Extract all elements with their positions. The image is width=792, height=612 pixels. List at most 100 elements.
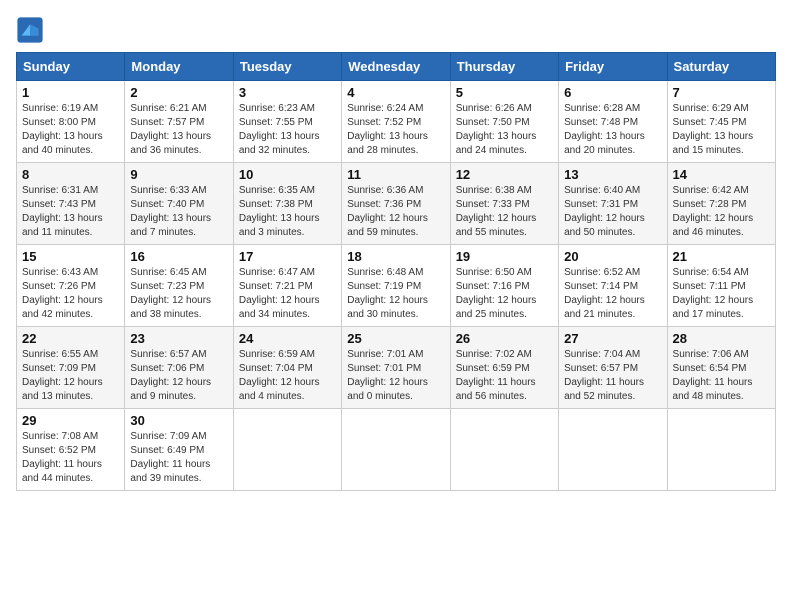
day-number: 15 <box>22 249 119 264</box>
calendar-cell: 15 Sunrise: 6:43 AM Sunset: 7:26 PM Dayl… <box>17 245 125 327</box>
day-number: 10 <box>239 167 336 182</box>
calendar-cell: 4 Sunrise: 6:24 AM Sunset: 7:52 PM Dayli… <box>342 81 450 163</box>
calendar-cell: 25 Sunrise: 7:01 AM Sunset: 7:01 PM Dayl… <box>342 327 450 409</box>
day-info: Sunrise: 7:08 AM Sunset: 6:52 PM Dayligh… <box>22 430 119 486</box>
day-number: 28 <box>673 331 770 346</box>
calendar-cell: 21 Sunrise: 6:54 AM Sunset: 7:11 PM Dayl… <box>667 245 775 327</box>
day-info: Sunrise: 6:28 AM Sunset: 7:48 PM Dayligh… <box>564 102 661 158</box>
day-info: Sunrise: 6:42 AM Sunset: 7:28 PM Dayligh… <box>673 184 770 240</box>
day-info: Sunrise: 6:36 AM Sunset: 7:36 PM Dayligh… <box>347 184 444 240</box>
calendar-cell: 1 Sunrise: 6:19 AM Sunset: 8:00 PM Dayli… <box>17 81 125 163</box>
logo <box>16 16 48 44</box>
calendar-cell: 30 Sunrise: 7:09 AM Sunset: 6:49 PM Dayl… <box>125 409 233 491</box>
day-number: 24 <box>239 331 336 346</box>
calendar-cell: 5 Sunrise: 6:26 AM Sunset: 7:50 PM Dayli… <box>450 81 558 163</box>
calendar-cell: 23 Sunrise: 6:57 AM Sunset: 7:06 PM Dayl… <box>125 327 233 409</box>
day-info: Sunrise: 6:43 AM Sunset: 7:26 PM Dayligh… <box>22 266 119 322</box>
day-info: Sunrise: 6:29 AM Sunset: 7:45 PM Dayligh… <box>673 102 770 158</box>
day-number: 20 <box>564 249 661 264</box>
day-header-saturday: Saturday <box>667 53 775 81</box>
day-number: 3 <box>239 85 336 100</box>
day-number: 25 <box>347 331 444 346</box>
day-info: Sunrise: 6:31 AM Sunset: 7:43 PM Dayligh… <box>22 184 119 240</box>
calendar-cell: 8 Sunrise: 6:31 AM Sunset: 7:43 PM Dayli… <box>17 163 125 245</box>
calendar-cell <box>450 409 558 491</box>
day-info: Sunrise: 7:02 AM Sunset: 6:59 PM Dayligh… <box>456 348 553 404</box>
day-info: Sunrise: 6:35 AM Sunset: 7:38 PM Dayligh… <box>239 184 336 240</box>
day-number: 6 <box>564 85 661 100</box>
day-number: 19 <box>456 249 553 264</box>
day-info: Sunrise: 6:21 AM Sunset: 7:57 PM Dayligh… <box>130 102 227 158</box>
calendar-cell: 17 Sunrise: 6:47 AM Sunset: 7:21 PM Dayl… <box>233 245 341 327</box>
calendar-cell <box>559 409 667 491</box>
calendar-cell: 6 Sunrise: 6:28 AM Sunset: 7:48 PM Dayli… <box>559 81 667 163</box>
day-number: 2 <box>130 85 227 100</box>
day-info: Sunrise: 6:45 AM Sunset: 7:23 PM Dayligh… <box>130 266 227 322</box>
calendar-cell: 14 Sunrise: 6:42 AM Sunset: 7:28 PM Dayl… <box>667 163 775 245</box>
day-info: Sunrise: 6:23 AM Sunset: 7:55 PM Dayligh… <box>239 102 336 158</box>
calendar-cell: 2 Sunrise: 6:21 AM Sunset: 7:57 PM Dayli… <box>125 81 233 163</box>
day-header-monday: Monday <box>125 53 233 81</box>
day-number: 30 <box>130 413 227 428</box>
day-info: Sunrise: 7:01 AM Sunset: 7:01 PM Dayligh… <box>347 348 444 404</box>
day-info: Sunrise: 6:19 AM Sunset: 8:00 PM Dayligh… <box>22 102 119 158</box>
calendar-cell: 11 Sunrise: 6:36 AM Sunset: 7:36 PM Dayl… <box>342 163 450 245</box>
calendar-cell: 16 Sunrise: 6:45 AM Sunset: 7:23 PM Dayl… <box>125 245 233 327</box>
day-header-sunday: Sunday <box>17 53 125 81</box>
day-info: Sunrise: 7:09 AM Sunset: 6:49 PM Dayligh… <box>130 430 227 486</box>
day-info: Sunrise: 7:06 AM Sunset: 6:54 PM Dayligh… <box>673 348 770 404</box>
day-info: Sunrise: 6:48 AM Sunset: 7:19 PM Dayligh… <box>347 266 444 322</box>
day-number: 13 <box>564 167 661 182</box>
day-info: Sunrise: 6:47 AM Sunset: 7:21 PM Dayligh… <box>239 266 336 322</box>
calendar-cell: 7 Sunrise: 6:29 AM Sunset: 7:45 PM Dayli… <box>667 81 775 163</box>
day-number: 22 <box>22 331 119 346</box>
calendar-table: SundayMondayTuesdayWednesdayThursdayFrid… <box>16 52 776 491</box>
day-number: 8 <box>22 167 119 182</box>
day-info: Sunrise: 6:55 AM Sunset: 7:09 PM Dayligh… <box>22 348 119 404</box>
calendar-cell: 9 Sunrise: 6:33 AM Sunset: 7:40 PM Dayli… <box>125 163 233 245</box>
calendar-cell: 18 Sunrise: 6:48 AM Sunset: 7:19 PM Dayl… <box>342 245 450 327</box>
day-header-friday: Friday <box>559 53 667 81</box>
day-info: Sunrise: 6:40 AM Sunset: 7:31 PM Dayligh… <box>564 184 661 240</box>
logo-icon <box>16 16 44 44</box>
day-number: 9 <box>130 167 227 182</box>
day-number: 26 <box>456 331 553 346</box>
day-number: 4 <box>347 85 444 100</box>
calendar-week-3: 15 Sunrise: 6:43 AM Sunset: 7:26 PM Dayl… <box>17 245 776 327</box>
calendar-cell: 3 Sunrise: 6:23 AM Sunset: 7:55 PM Dayli… <box>233 81 341 163</box>
calendar-cell <box>667 409 775 491</box>
day-info: Sunrise: 6:24 AM Sunset: 7:52 PM Dayligh… <box>347 102 444 158</box>
calendar-cell: 19 Sunrise: 6:50 AM Sunset: 7:16 PM Dayl… <box>450 245 558 327</box>
day-number: 12 <box>456 167 553 182</box>
day-number: 14 <box>673 167 770 182</box>
calendar-cell: 29 Sunrise: 7:08 AM Sunset: 6:52 PM Dayl… <box>17 409 125 491</box>
calendar-cell: 20 Sunrise: 6:52 AM Sunset: 7:14 PM Dayl… <box>559 245 667 327</box>
day-info: Sunrise: 6:26 AM Sunset: 7:50 PM Dayligh… <box>456 102 553 158</box>
day-info: Sunrise: 6:59 AM Sunset: 7:04 PM Dayligh… <box>239 348 336 404</box>
day-number: 27 <box>564 331 661 346</box>
calendar-week-1: 1 Sunrise: 6:19 AM Sunset: 8:00 PM Dayli… <box>17 81 776 163</box>
day-info: Sunrise: 6:33 AM Sunset: 7:40 PM Dayligh… <box>130 184 227 240</box>
calendar-cell <box>233 409 341 491</box>
calendar-week-5: 29 Sunrise: 7:08 AM Sunset: 6:52 PM Dayl… <box>17 409 776 491</box>
day-info: Sunrise: 7:04 AM Sunset: 6:57 PM Dayligh… <box>564 348 661 404</box>
day-number: 5 <box>456 85 553 100</box>
calendar-cell: 24 Sunrise: 6:59 AM Sunset: 7:04 PM Dayl… <box>233 327 341 409</box>
day-header-tuesday: Tuesday <box>233 53 341 81</box>
day-number: 18 <box>347 249 444 264</box>
calendar-cell: 28 Sunrise: 7:06 AM Sunset: 6:54 PM Dayl… <box>667 327 775 409</box>
day-header-wednesday: Wednesday <box>342 53 450 81</box>
calendar-cell: 26 Sunrise: 7:02 AM Sunset: 6:59 PM Dayl… <box>450 327 558 409</box>
calendar-cell <box>342 409 450 491</box>
calendar-cell: 27 Sunrise: 7:04 AM Sunset: 6:57 PM Dayl… <box>559 327 667 409</box>
day-info: Sunrise: 6:52 AM Sunset: 7:14 PM Dayligh… <box>564 266 661 322</box>
day-info: Sunrise: 6:57 AM Sunset: 7:06 PM Dayligh… <box>130 348 227 404</box>
day-info: Sunrise: 6:54 AM Sunset: 7:11 PM Dayligh… <box>673 266 770 322</box>
day-number: 17 <box>239 249 336 264</box>
day-number: 23 <box>130 331 227 346</box>
calendar-cell: 10 Sunrise: 6:35 AM Sunset: 7:38 PM Dayl… <box>233 163 341 245</box>
day-header-thursday: Thursday <box>450 53 558 81</box>
day-info: Sunrise: 6:38 AM Sunset: 7:33 PM Dayligh… <box>456 184 553 240</box>
day-info: Sunrise: 6:50 AM Sunset: 7:16 PM Dayligh… <box>456 266 553 322</box>
day-number: 1 <box>22 85 119 100</box>
